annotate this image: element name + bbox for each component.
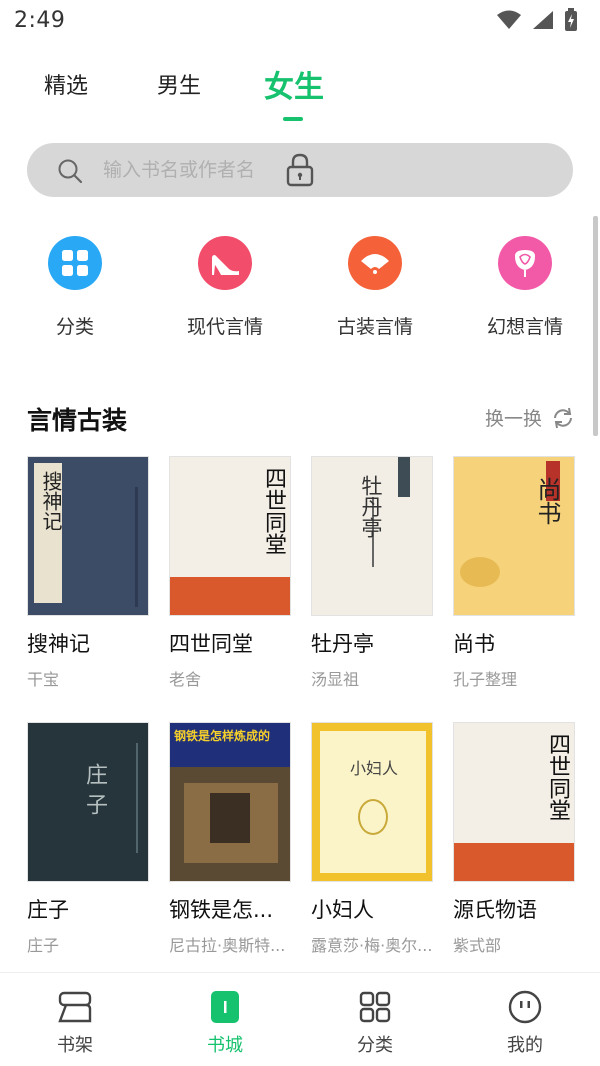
book-cover: 尚书 — [453, 456, 575, 616]
cover-title: 牡丹亭 — [359, 475, 383, 538]
search-bar[interactable] — [27, 143, 573, 197]
status-icons — [496, 8, 578, 32]
book-title: 牡丹亭 — [311, 632, 374, 656]
nav-profile[interactable]: 我的 — [450, 989, 600, 1057]
category-classify[interactable]: 分类 — [5, 236, 145, 339]
quick-category-row: 分类 现代言情 古装言情 幻想言情 — [0, 236, 600, 346]
book-title: 小妇人 — [311, 898, 374, 922]
book-cover: 小妇人 — [311, 722, 433, 882]
book-card[interactable]: 四世同堂 源氏物语 紫式部 — [453, 722, 575, 956]
cover-title: 庄子 — [82, 763, 107, 823]
book-author: 干宝 — [27, 670, 60, 689]
book-card[interactable]: 搜神记 搜神记 干宝 — [27, 456, 149, 690]
book-title: 庄子 — [27, 898, 69, 922]
battery-charging-icon — [565, 8, 577, 31]
book-title: 源氏物语 — [453, 898, 537, 922]
book-cover: 牡丹亭 — [311, 456, 433, 616]
section-title: 言情古装 — [27, 406, 128, 435]
book-card[interactable]: 钢铁是怎样炼成的 钢铁是怎... 尼古拉·奥斯特... — [169, 722, 291, 956]
nav-label: 书城 — [207, 1035, 243, 1056]
book-card[interactable]: 小妇人 小妇人 露意莎·梅·奥尔... — [311, 722, 433, 956]
category-label: 现代言情 — [186, 316, 263, 338]
category-modern-romance[interactable]: 现代言情 — [155, 236, 295, 339]
search-icon — [58, 159, 83, 184]
refresh-icon — [554, 407, 572, 428]
wifi-icon — [497, 10, 521, 29]
bookshelf-icon — [55, 989, 95, 1025]
cover-title: 钢铁是怎样炼成的 — [174, 729, 271, 743]
cover-title: 小妇人 — [350, 759, 399, 778]
tab-male[interactable]: 男生 — [157, 68, 201, 100]
book-author: 孔子整理 — [453, 670, 518, 689]
nav-label: 书架 — [57, 1035, 93, 1056]
category-label: 古装言情 — [336, 316, 413, 338]
scrollbar[interactable] — [593, 216, 598, 436]
book-title: 搜神记 — [27, 632, 90, 656]
book-author: 尼古拉·奥斯特... — [169, 936, 286, 955]
book-cover: 庄子 — [27, 722, 149, 882]
fan-icon — [348, 236, 402, 290]
book-cover: 四世同堂 — [169, 456, 291, 616]
cover-title: 搜神记 — [39, 471, 63, 531]
refresh-label: 换一换 — [484, 408, 542, 430]
category-label: 幻想言情 — [486, 316, 563, 338]
book-cover: 四世同堂 — [453, 722, 575, 882]
category-grid-icon — [355, 989, 395, 1025]
book-author: 老舍 — [169, 670, 202, 689]
bottom-navigation: 书架 书城 分类 我的 — [0, 972, 600, 1066]
refresh-button[interactable]: 换一换 — [485, 404, 574, 431]
book-card[interactable]: 尚书 尚书 孔子整理 — [453, 456, 575, 690]
profile-icon — [505, 989, 545, 1025]
high-heel-icon — [198, 236, 252, 290]
cover-title: 四世同堂 — [261, 467, 286, 555]
tab-featured[interactable]: 精选 — [44, 68, 88, 100]
bookstore-icon — [205, 989, 245, 1025]
category-costume-romance[interactable]: 古装言情 — [305, 236, 445, 339]
gender-tabs: 精选 男生 女生 — [44, 68, 444, 128]
lock-icon — [286, 153, 314, 187]
tab-female[interactable]: 女生 — [264, 62, 324, 106]
book-title: 钢铁是怎... — [169, 898, 274, 922]
book-author: 汤显祖 — [311, 670, 360, 689]
cover-title: 尚书 — [533, 477, 561, 525]
nav-label: 分类 — [357, 1035, 393, 1056]
category-label: 分类 — [55, 316, 94, 338]
book-card[interactable]: 四世同堂 四世同堂 老舍 — [169, 456, 291, 690]
status-bar: 2:49 — [0, 0, 600, 44]
book-title: 四世同堂 — [169, 632, 253, 656]
book-author: 露意莎·梅·奥尔... — [311, 936, 433, 955]
grid-icon — [48, 236, 102, 290]
book-cover: 钢铁是怎样炼成的 — [169, 722, 291, 882]
nav-category[interactable]: 分类 — [300, 989, 450, 1057]
search-input[interactable] — [103, 151, 293, 189]
nav-bookstore[interactable]: 书城 — [150, 989, 300, 1057]
book-title: 尚书 — [453, 632, 495, 656]
book-cover: 搜神记 — [27, 456, 149, 616]
active-tab-indicator — [283, 117, 303, 121]
book-card[interactable]: 牡丹亭 牡丹亭 汤显祖 — [311, 456, 433, 690]
book-author: 紫式部 — [453, 936, 502, 955]
category-fantasy-romance[interactable]: 幻想言情 — [455, 236, 595, 339]
cover-title: 四世同堂 — [545, 733, 570, 821]
status-time: 2:49 — [14, 8, 66, 33]
book-author: 庄子 — [27, 936, 60, 955]
cellular-signal-icon — [533, 11, 553, 29]
book-card[interactable]: 庄子 庄子 庄子 — [27, 722, 149, 956]
rose-icon — [498, 236, 552, 290]
nav-label: 我的 — [507, 1035, 543, 1056]
nav-bookshelf[interactable]: 书架 — [0, 989, 150, 1057]
